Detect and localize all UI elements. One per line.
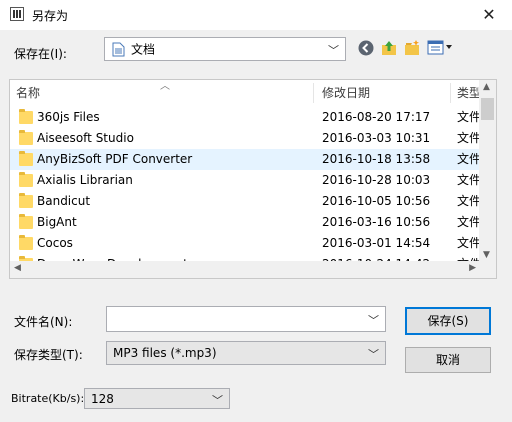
back-icon[interactable]: [357, 39, 375, 57]
folder-icon: [19, 151, 33, 166]
vertical-scrollbar[interactable]: ▲ ▼: [479, 80, 496, 262]
filetype-label: 保存类型(T):: [14, 348, 83, 362]
file-date: 2016-03-16 10:56: [322, 215, 431, 229]
file-name: Aiseesoft Studio: [37, 131, 134, 145]
file-row[interactable]: Axialis Librarian 2016-10-28 10:03 文件: [10, 170, 482, 191]
file-type: 文件: [457, 194, 482, 208]
file-row[interactable]: Aiseesoft Studio 2016-03-03 10:31 文件: [10, 128, 482, 149]
bitrate-dropdown[interactable]: 128 ﹀: [84, 388, 230, 409]
file-type: 文件: [457, 215, 482, 229]
file-name: BigAnt: [37, 215, 77, 229]
document-icon: [112, 42, 125, 57]
file-type: 文件: [457, 152, 482, 166]
close-button[interactable]: ✕: [466, 0, 512, 30]
filetype-dropdown[interactable]: MP3 files (*.mp3) ﹀: [106, 341, 386, 365]
chevron-down-icon[interactable]: ﹀: [212, 392, 223, 408]
up-folder-icon[interactable]: [380, 39, 398, 57]
file-list[interactable]: ︿ 名称 修改日期 类型 360js Files 2016-08-20 17:1…: [9, 79, 497, 279]
chevron-down-icon[interactable]: ﹀: [328, 42, 339, 58]
bitrate-label: Bitrate(Kb/s):: [11, 392, 85, 405]
folder-icon: [19, 172, 33, 187]
file-date: 2016-10-05 10:56: [322, 194, 431, 208]
column-divider: [450, 83, 451, 103]
filename-label: 文件名(N):: [14, 315, 73, 329]
file-type: 文件: [457, 110, 482, 124]
horizontal-scrollbar[interactable]: ◀ ▶: [10, 261, 496, 278]
folder-icon: [19, 193, 33, 208]
file-row[interactable]: Bandicut 2016-10-05 10:56 文件: [10, 191, 482, 212]
file-date: 2016-03-01 14:54: [322, 236, 431, 250]
file-row[interactable]: BigAnt 2016-03-16 10:56 文件: [10, 212, 482, 233]
view-menu-icon[interactable]: [427, 39, 455, 57]
sort-ascending-icon: ︿: [160, 81, 170, 92]
folder-icon: [19, 214, 33, 229]
file-date: 2016-03-03 10:31: [322, 131, 431, 145]
column-header-name[interactable]: 名称: [16, 80, 40, 106]
file-date: 2016-08-20 17:17: [322, 110, 431, 124]
scroll-right-icon[interactable]: ▶: [469, 263, 476, 273]
chevron-down-icon[interactable]: ﹀: [368, 346, 379, 362]
file-row-selected[interactable]: AnyBizSoft PDF Converter 2016-10-18 13:5…: [10, 149, 482, 170]
file-row[interactable]: Cocos 2016-03-01 14:54 文件: [10, 233, 482, 254]
folder-icon: [19, 235, 33, 250]
column-header-date[interactable]: 修改日期: [322, 80, 370, 106]
bitrate-value: 128: [91, 391, 114, 406]
filename-input[interactable]: ﹀: [106, 306, 386, 332]
save-button[interactable]: 保存(S): [405, 307, 491, 335]
file-row[interactable]: 360js Files 2016-08-20 17:17 文件: [10, 107, 482, 128]
file-type: 文件: [457, 236, 482, 250]
chevron-down-icon[interactable]: ﹀: [368, 312, 379, 328]
title-bar: 另存为 ✕: [0, 0, 512, 30]
file-type: 文件: [457, 173, 482, 187]
column-header-type[interactable]: 类型: [457, 80, 481, 106]
scroll-up-icon[interactable]: ▲: [483, 82, 490, 92]
file-date: 2016-10-28 10:03: [322, 173, 431, 187]
folder-icon: [19, 130, 33, 145]
file-name: Bandicut: [37, 194, 91, 208]
file-type: 文件: [457, 131, 482, 145]
scroll-down-icon[interactable]: ▼: [483, 250, 490, 260]
app-icon: [10, 7, 24, 21]
file-name: Axialis Librarian: [37, 173, 133, 187]
column-divider: [313, 83, 314, 103]
file-name: 360js Files: [37, 110, 100, 124]
file-date: 2016-10-18 13:58: [322, 152, 431, 166]
folder-icon: [19, 109, 33, 124]
scroll-left-icon[interactable]: ◀: [14, 263, 21, 273]
file-name: AnyBizSoft PDF Converter: [37, 152, 193, 166]
save-in-value: 文档: [131, 42, 156, 57]
file-name: Cocos: [37, 236, 73, 250]
cancel-button[interactable]: 取消: [405, 347, 491, 373]
save-in-label: 保存在(I):: [14, 47, 67, 61]
new-folder-icon[interactable]: [403, 39, 421, 57]
scroll-thumb[interactable]: [481, 98, 494, 120]
save-in-dropdown[interactable]: 文档 ﹀: [104, 37, 346, 61]
filetype-value: MP3 files (*.mp3): [113, 346, 217, 360]
window-title: 另存为: [32, 9, 69, 23]
